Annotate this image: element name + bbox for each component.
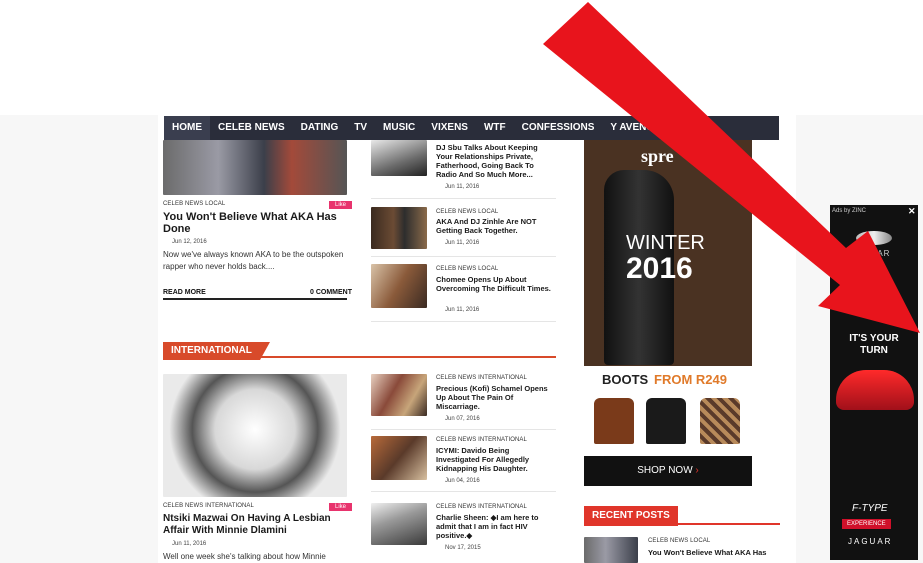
ad-cta-bar[interactable]: SHOP NOW ›: [584, 456, 752, 486]
divider: [371, 491, 556, 492]
nav-dating[interactable]: DATING: [293, 116, 347, 140]
intl-featured-tags: CELEB NEWS INTERNATIONAL: [163, 503, 254, 509]
side-ad-badge[interactable]: EXPERIENCE: [842, 519, 891, 529]
jaguar-logo-icon: [856, 231, 892, 245]
nav-y-avenue-stories[interactable]: Y AVENUE STORIES: [602, 116, 714, 140]
top-list-title-2[interactable]: AKA And DJ Zinhle Are NOT Getting Back T…: [436, 217, 556, 235]
top-list-thumb-3[interactable]: [371, 264, 427, 308]
top-list-thumb-2[interactable]: [371, 207, 427, 249]
intl-list-title-3[interactable]: Charlie Sheen: ◆I am here to admit that …: [436, 513, 554, 540]
top-list-thumb-1[interactable]: [371, 140, 427, 176]
top-list-title-1[interactable]: DJ Sbu Talks About Keeping Your Relation…: [436, 143, 551, 179]
section-header-international: INTERNATIONAL: [163, 340, 556, 360]
recent-post-thumb[interactable]: [584, 537, 638, 563]
side-ad-brand-bottom: JAGUAR: [848, 537, 893, 546]
intl-list-tags-2: CELEB NEWS INTERNATIONAL: [436, 437, 527, 443]
nav-vixens[interactable]: VIXENS: [423, 116, 476, 140]
ad-brand: spre: [641, 146, 674, 166]
intl-list-date-2: Jun 04, 2016: [445, 478, 480, 484]
recent-post-title[interactable]: You Won't Believe What AKA Has: [648, 548, 788, 557]
featured-tags: CELEB NEWS LOCAL: [163, 201, 226, 207]
top-list-date-2: Jun 11, 2016: [445, 240, 480, 246]
close-icon[interactable]: ✕: [908, 206, 916, 217]
top-list-date-3: Jun 11, 2016: [445, 307, 480, 313]
recent-post-tags: CELEB NEWS LOCAL: [648, 538, 711, 544]
divider: [371, 321, 556, 322]
main-nav: HOME CELEB NEWS DATING TV MUSIC VIXENS W…: [164, 116, 779, 140]
ad-year: 2016: [626, 252, 693, 285]
intl-list-tags-3: CELEB NEWS INTERNATIONAL: [436, 504, 527, 510]
top-list-tags-2: CELEB NEWS LOCAL: [436, 209, 499, 215]
side-ad-header: Ads by ZINC: [832, 208, 867, 214]
recent-posts-header: RECENT POSTS: [584, 505, 780, 526]
nav-home[interactable]: HOME: [164, 116, 210, 140]
comment-count[interactable]: 0 COMMENT: [310, 289, 352, 296]
top-list-date-1: Jun 11, 2016: [445, 184, 480, 190]
intl-featured-title[interactable]: Ntsiki Mazwai On Having A Lesbian Affair…: [163, 513, 353, 537]
read-more-link[interactable]: READ MORE: [163, 289, 206, 296]
side-ad-model: F-TYPE: [852, 503, 888, 514]
ad-product-panel: BOOTS FROM R249: [584, 366, 752, 456]
intl-featured-image[interactable]: [163, 374, 347, 497]
ad-cta[interactable]: SHOP NOW: [637, 465, 692, 476]
nav-tv[interactable]: TV: [346, 116, 375, 140]
boots-advertisement[interactable]: spre WINTER 2016 BOOTS FROM R249 SHOP NO…: [584, 140, 752, 486]
like-button[interactable]: Like: [329, 503, 353, 511]
chevron-right-icon: ›: [692, 465, 699, 476]
top-list-tags-3: CELEB NEWS LOCAL: [436, 266, 499, 272]
car-image: [836, 370, 914, 410]
divider: [371, 429, 556, 430]
intl-list-date-3: Nov 17, 2015: [445, 545, 481, 551]
top-list-title-3[interactable]: Chomee Opens Up About Overcoming The Dif…: [436, 275, 556, 293]
side-ad-brand-top: JAGUAR: [852, 249, 891, 258]
like-button[interactable]: Like: [329, 201, 353, 209]
patterned-boot-icon: [700, 398, 740, 444]
nav-music[interactable]: MUSIC: [375, 116, 423, 140]
jaguar-advertisement[interactable]: Ads by ZINC ✕ JAGUAR IT'S YOUR TURN F-TY…: [830, 205, 918, 560]
featured-image[interactable]: [163, 140, 347, 195]
intl-featured-date: Jun 11, 2016: [172, 541, 207, 547]
intl-featured-excerpt: Well one week she's talking about how Mi…: [163, 552, 326, 561]
intl-list-title-2[interactable]: ICYMI: Davido Being Investigated For All…: [436, 446, 551, 473]
intl-list-tags-1: CELEB NEWS INTERNATIONAL: [436, 375, 527, 381]
intl-list-title-1[interactable]: Precious (Kofi) Schamel Opens Up About T…: [436, 384, 558, 411]
intl-list-thumb-1[interactable]: [371, 374, 427, 416]
intl-list-date-1: Jun 07, 2016: [445, 416, 480, 422]
black-boot-icon: [646, 398, 686, 444]
ad-price: FROM R249: [654, 372, 727, 387]
featured-title[interactable]: You Won't Believe What AKA Has Done: [163, 211, 349, 235]
intl-list-thumb-2[interactable]: [371, 436, 427, 480]
brown-boot-icon: [594, 398, 634, 444]
side-ad-headline-2: TURN: [860, 345, 888, 356]
nav-confessions[interactable]: CONFESSIONS: [514, 116, 603, 140]
divider: [371, 256, 556, 257]
divider: [371, 198, 556, 199]
intl-list-thumb-3[interactable]: [371, 503, 427, 545]
divider: [163, 298, 347, 300]
ad-boots: BOOTS: [602, 372, 649, 387]
side-ad-headline-1: IT'S YOUR: [849, 333, 899, 344]
nav-wtf[interactable]: WTF: [476, 116, 514, 140]
featured-date: Jun 12, 2016: [172, 239, 207, 245]
nav-celeb-news[interactable]: CELEB NEWS: [210, 116, 293, 140]
featured-excerpt: Now we've always known AKA to be the out…: [163, 250, 344, 271]
